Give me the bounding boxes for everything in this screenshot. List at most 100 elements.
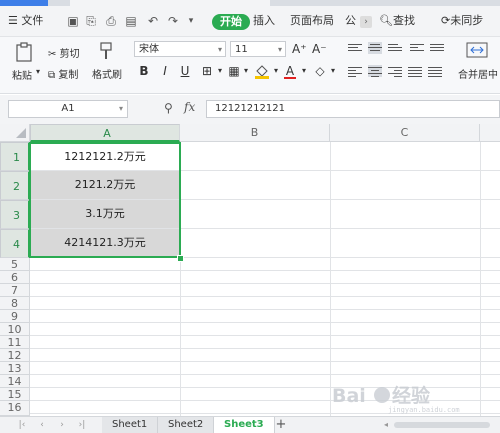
gridline xyxy=(30,361,500,362)
row-header[interactable]: 7 xyxy=(0,284,30,297)
bold-button[interactable]: B xyxy=(136,63,152,79)
tab-insert[interactable]: 插入 xyxy=(253,6,275,36)
row-header[interactable]: 3 xyxy=(0,200,30,229)
chevron-down-icon[interactable]: ▾ xyxy=(238,63,254,79)
sheet-tab-1[interactable]: Sheet1 xyxy=(102,417,159,433)
font-color-swatch xyxy=(284,77,296,79)
copy-icon: ⧉ xyxy=(48,70,56,81)
row-header[interactable]: 4 xyxy=(0,229,30,258)
save-icon[interactable]: ▣ xyxy=(66,14,80,28)
merge-cells-icon xyxy=(466,42,488,58)
row-header[interactable]: 15 xyxy=(0,388,30,401)
orientation-icon[interactable] xyxy=(430,42,444,54)
row-header[interactable]: 16 xyxy=(0,401,30,416)
font-name-value: 宋体 xyxy=(139,44,159,55)
grow-font-button[interactable]: A⁺ xyxy=(292,42,307,56)
tab-scroll-right-icon[interactable]: › xyxy=(360,16,372,28)
tab-page-layout[interactable]: 页面布局 xyxy=(290,6,334,36)
gridline xyxy=(30,270,500,271)
align-right-icon[interactable] xyxy=(388,65,402,77)
italic-button[interactable]: I xyxy=(157,63,173,79)
font-size-select[interactable]: 11 ▾ xyxy=(230,41,286,57)
align-center-icon[interactable] xyxy=(368,65,382,77)
row-header[interactable]: 6 xyxy=(0,271,30,284)
row-header[interactable]: 13 xyxy=(0,362,30,375)
formula-input[interactable]: 12121212121 xyxy=(206,100,500,118)
find-button[interactable]: 🔍︎查找 xyxy=(379,6,415,36)
underline-button[interactable]: U xyxy=(177,63,193,79)
paste-button[interactable] xyxy=(14,41,34,63)
chevron-down-icon[interactable]: ▾ xyxy=(296,63,312,79)
row-header[interactable]: 5 xyxy=(0,258,30,271)
undo-icon[interactable]: ↶ xyxy=(146,14,160,28)
zoom-search-icon[interactable]: ⚲ xyxy=(164,101,173,115)
justify-icon[interactable] xyxy=(408,65,422,77)
print-icon[interactable]: ⎙ xyxy=(104,14,118,28)
quick-access-dropdown-icon[interactable]: ▾ xyxy=(184,14,198,28)
first-sheet-icon[interactable]: |‹ xyxy=(16,419,28,431)
row-header[interactable]: 12 xyxy=(0,349,30,362)
column-header-c[interactable]: C xyxy=(330,124,480,142)
column-header-partial[interactable] xyxy=(480,124,500,142)
tab-start[interactable]: 开始 xyxy=(212,14,250,30)
row-header[interactable]: 11 xyxy=(0,336,30,349)
prev-sheet-icon[interactable]: ‹ xyxy=(36,419,48,431)
cloud-sync-icon: ⟳ xyxy=(441,14,451,27)
redo-icon[interactable]: ↷ xyxy=(166,14,180,28)
fill-handle[interactable] xyxy=(177,255,184,262)
column-header-a[interactable]: A xyxy=(30,124,180,142)
baidu-jingyan-watermark: Bai 经验 jingyan.baidu.com xyxy=(332,384,460,414)
scissors-icon: ✂ xyxy=(48,49,57,60)
distributed-icon[interactable] xyxy=(428,65,442,77)
next-sheet-icon[interactable]: › xyxy=(56,419,68,431)
scroll-left-icon[interactable]: ◂ xyxy=(380,419,392,431)
export-icon[interactable]: ⎘ xyxy=(84,14,98,28)
menu-bar: ☰ 文件 ▣ ⎘ ⎙ ▤ ↶ ↷ ▾ 开始 插入 页面布局 公 › 🔍︎查找 ⟳… xyxy=(0,6,500,37)
row-header[interactable]: 9 xyxy=(0,310,30,323)
shrink-font-button[interactable]: A⁻ xyxy=(312,42,327,56)
last-sheet-icon[interactable]: ›| xyxy=(76,419,88,431)
sync-label: 未同步 xyxy=(450,14,484,27)
row-header[interactable]: 14 xyxy=(0,375,30,388)
wrap-text-icon[interactable] xyxy=(410,42,424,54)
sheet-tab-3[interactable]: Sheet3 xyxy=(214,417,275,433)
format-painter-button[interactable] xyxy=(97,41,115,61)
cut-button[interactable]: ✂ 剪切 xyxy=(48,45,80,60)
paste-dropdown-icon[interactable]: ▾ xyxy=(36,67,40,76)
sheet-tab-2[interactable]: Sheet2 xyxy=(158,417,215,433)
horizontal-scrollbar[interactable] xyxy=(394,422,490,428)
gridline xyxy=(30,283,500,284)
gridline xyxy=(30,322,500,323)
row-header[interactable]: 1 xyxy=(0,142,30,171)
column-header-b[interactable]: B xyxy=(180,124,330,142)
ribbon-toolbar: 粘贴 ▾ ✂ 剪切 ⧉ 复制 格式刷 宋体 ▾ 11 ▾ A⁺ A⁻ B I U… xyxy=(0,37,500,94)
align-left-icon[interactable] xyxy=(348,65,362,77)
merge-center-button[interactable] xyxy=(466,41,488,59)
file-menu[interactable]: ☰ 文件 xyxy=(8,6,43,36)
add-sheet-icon[interactable]: + xyxy=(274,417,288,433)
sheet-tab-bar: |‹ ‹ › ›| Sheet1 Sheet2 Sheet3 + ◂ xyxy=(0,416,500,433)
print-preview-icon[interactable]: ▤ xyxy=(124,14,138,28)
align-bottom-icon[interactable] xyxy=(388,42,402,54)
name-box-value: A1 xyxy=(61,103,75,114)
select-all-corner[interactable] xyxy=(0,124,30,142)
chevron-down-icon[interactable]: ▾ xyxy=(325,63,341,79)
gridline xyxy=(30,309,500,310)
row-header[interactable]: 2 xyxy=(0,171,30,200)
align-top-icon[interactable] xyxy=(348,42,362,54)
sync-button[interactable]: ⟳未同步 xyxy=(441,6,483,36)
svg-text:jingyan.baidu.com: jingyan.baidu.com xyxy=(388,406,460,414)
name-box[interactable]: A1 ▾ xyxy=(8,100,128,118)
paste-label: 粘贴 xyxy=(12,71,32,82)
spreadsheet-grid[interactable]: A B C 1 2 3 4 5 6 7 8 9 10 11 12 13 14 1… xyxy=(0,124,500,416)
gridline xyxy=(30,374,500,375)
tab-formula[interactable]: 公 xyxy=(345,6,356,36)
selection-outline xyxy=(29,142,181,258)
copy-button[interactable]: ⧉ 复制 xyxy=(48,66,78,81)
row-header[interactable]: 10 xyxy=(0,323,30,336)
fx-icon[interactable]: fx xyxy=(184,100,195,114)
row-header[interactable]: 8 xyxy=(0,297,30,310)
align-middle-icon[interactable] xyxy=(368,42,382,54)
chevron-down-icon: ▾ xyxy=(118,104,123,113)
font-name-select[interactable]: 宋体 ▾ xyxy=(134,41,226,57)
